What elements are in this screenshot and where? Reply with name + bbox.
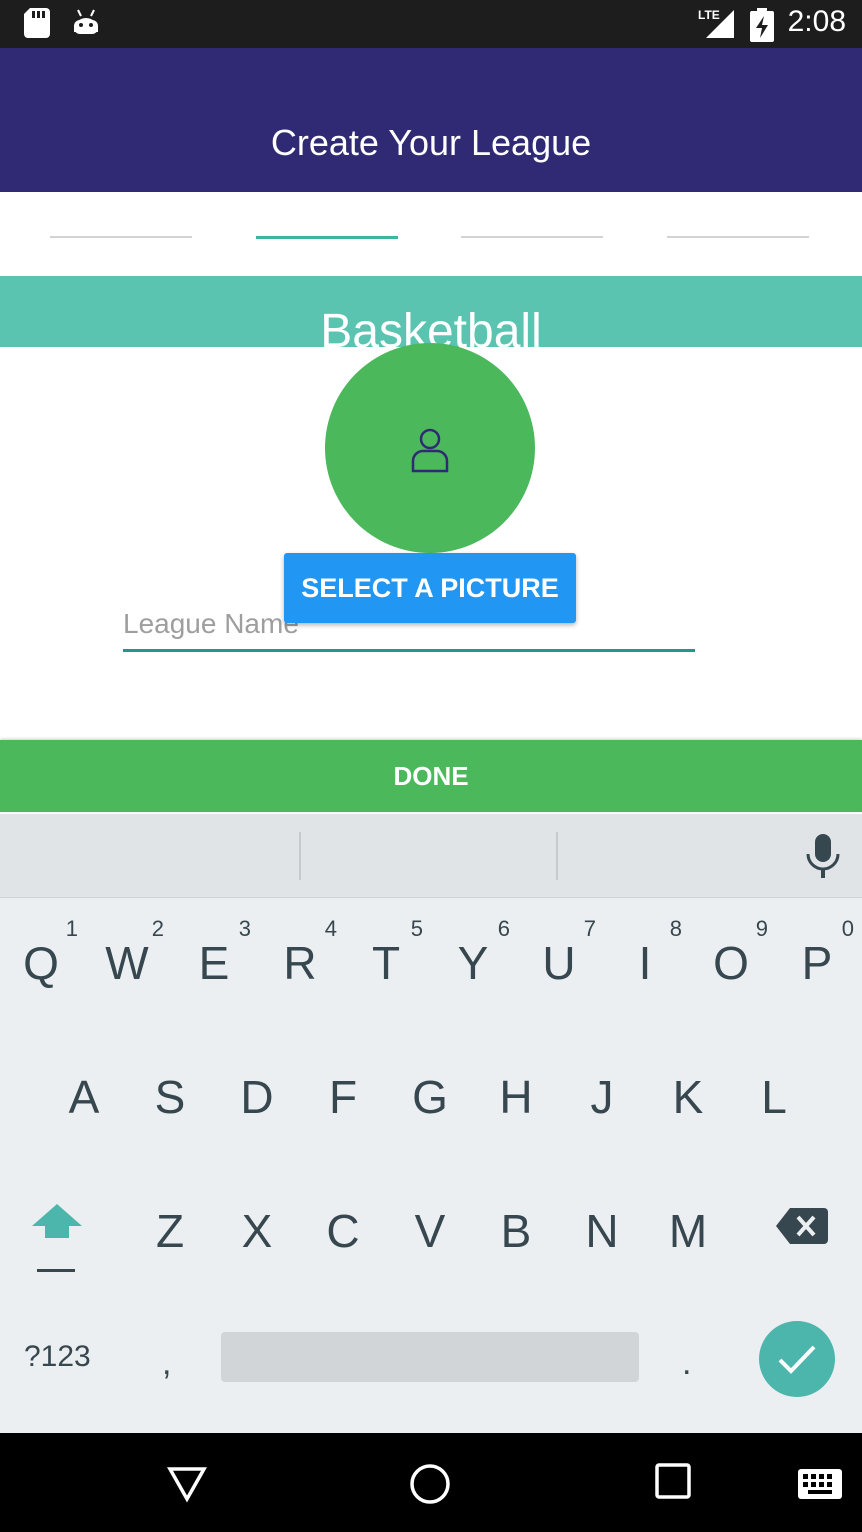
checkmark-icon [778,1345,816,1374]
key-hint: 4 [324,916,337,941]
sport-label: Basketball [320,305,542,347]
select-picture-button[interactable]: SELECT A PICTURE [284,553,576,623]
key-label: U [542,937,576,989]
navigation-bar [0,1433,862,1532]
league-avatar[interactable] [325,343,535,553]
key-s[interactable]: S [127,1070,213,1124]
key-label: E [198,937,230,989]
symbols-key[interactable]: ?123 [24,1340,91,1374]
key-label: W [105,937,149,989]
key-w[interactable]: W2 [84,916,170,990]
screen: LTE 2:08 Create Your League Basketball S… [0,0,862,1532]
suggestion-divider [556,832,558,880]
key-h[interactable]: H [473,1070,559,1124]
key-p[interactable]: P0 [774,916,860,990]
key-label: Q [23,937,59,989]
key-z[interactable]: Z [127,1204,213,1258]
key-y[interactable]: Y6 [430,916,516,990]
suggestion-strip [0,814,862,898]
key-t[interactable]: T5 [343,916,429,990]
caps-indicator [37,1269,75,1272]
key-label: I [638,937,652,989]
step-2-active [256,236,398,239]
key-hint: 8 [669,916,682,941]
suggestion-divider [299,832,301,880]
key-n[interactable]: N [559,1204,645,1258]
recents-icon[interactable] [655,1463,691,1504]
key-hint: 1 [65,916,78,941]
home-icon[interactable] [409,1463,451,1510]
person-icon [411,428,449,473]
keyboard-switch-icon[interactable] [798,1469,842,1504]
key-hint: 0 [841,916,854,941]
step-4 [667,236,809,238]
key-label: O [713,937,749,989]
sport-banner: Basketball [0,276,862,347]
microphone-icon[interactable] [806,834,840,883]
key-c[interactable]: C [300,1204,386,1258]
done-button[interactable]: DONE [0,740,862,812]
page-title: Create Your League [270,122,592,163]
period-key[interactable]: . [682,1344,691,1383]
key-hint: 9 [755,916,768,941]
status-bar: LTE 2:08 [0,0,862,48]
key-hint: 2 [151,916,164,941]
key-label: R [283,937,317,989]
status-time: 2:08 [787,5,846,38]
backspace-icon[interactable] [776,1208,828,1249]
space-bar[interactable] [221,1332,639,1382]
key-label: Y [457,937,489,989]
key-d[interactable]: D [214,1070,300,1124]
key-label: T [371,937,401,989]
key-hint: 5 [410,916,423,941]
key-l[interactable]: L [731,1070,817,1124]
step-1 [50,236,192,238]
key-r[interactable]: R4 [257,916,343,990]
soft-keyboard: Q1 W2 E3 R4 T5 Y6 U7 I8 O9 P0 A S D F G … [0,814,862,1433]
key-e[interactable]: E3 [171,916,257,990]
key-a[interactable]: A [41,1070,127,1124]
enter-key[interactable] [759,1321,835,1397]
key-v[interactable]: V [387,1204,473,1258]
key-f[interactable]: F [300,1070,386,1124]
shift-icon[interactable] [30,1202,84,1247]
battery-charging-icon [750,8,774,47]
key-x[interactable]: X [214,1204,300,1258]
key-o[interactable]: O9 [688,916,774,990]
key-u[interactable]: U7 [516,916,602,990]
back-icon[interactable] [166,1463,208,1508]
lte-signal-icon: LTE [698,6,738,45]
key-hint: 6 [497,916,510,941]
key-i[interactable]: I8 [602,916,688,990]
key-g[interactable]: G [387,1070,473,1124]
comma-key[interactable]: , [162,1344,171,1383]
key-k[interactable]: K [645,1070,731,1124]
key-hint: 3 [238,916,251,941]
key-q[interactable]: Q1 [0,916,84,990]
key-hint: 7 [583,916,596,941]
app-bar: Create Your League [0,48,862,192]
sd-card-icon [24,8,50,43]
svg-text:LTE: LTE [698,8,720,22]
step-3 [461,236,603,238]
android-icon [72,8,100,41]
key-label: P [801,937,833,989]
key-m[interactable]: M [645,1204,731,1258]
key-j[interactable]: J [559,1070,645,1124]
key-b[interactable]: B [473,1204,559,1258]
